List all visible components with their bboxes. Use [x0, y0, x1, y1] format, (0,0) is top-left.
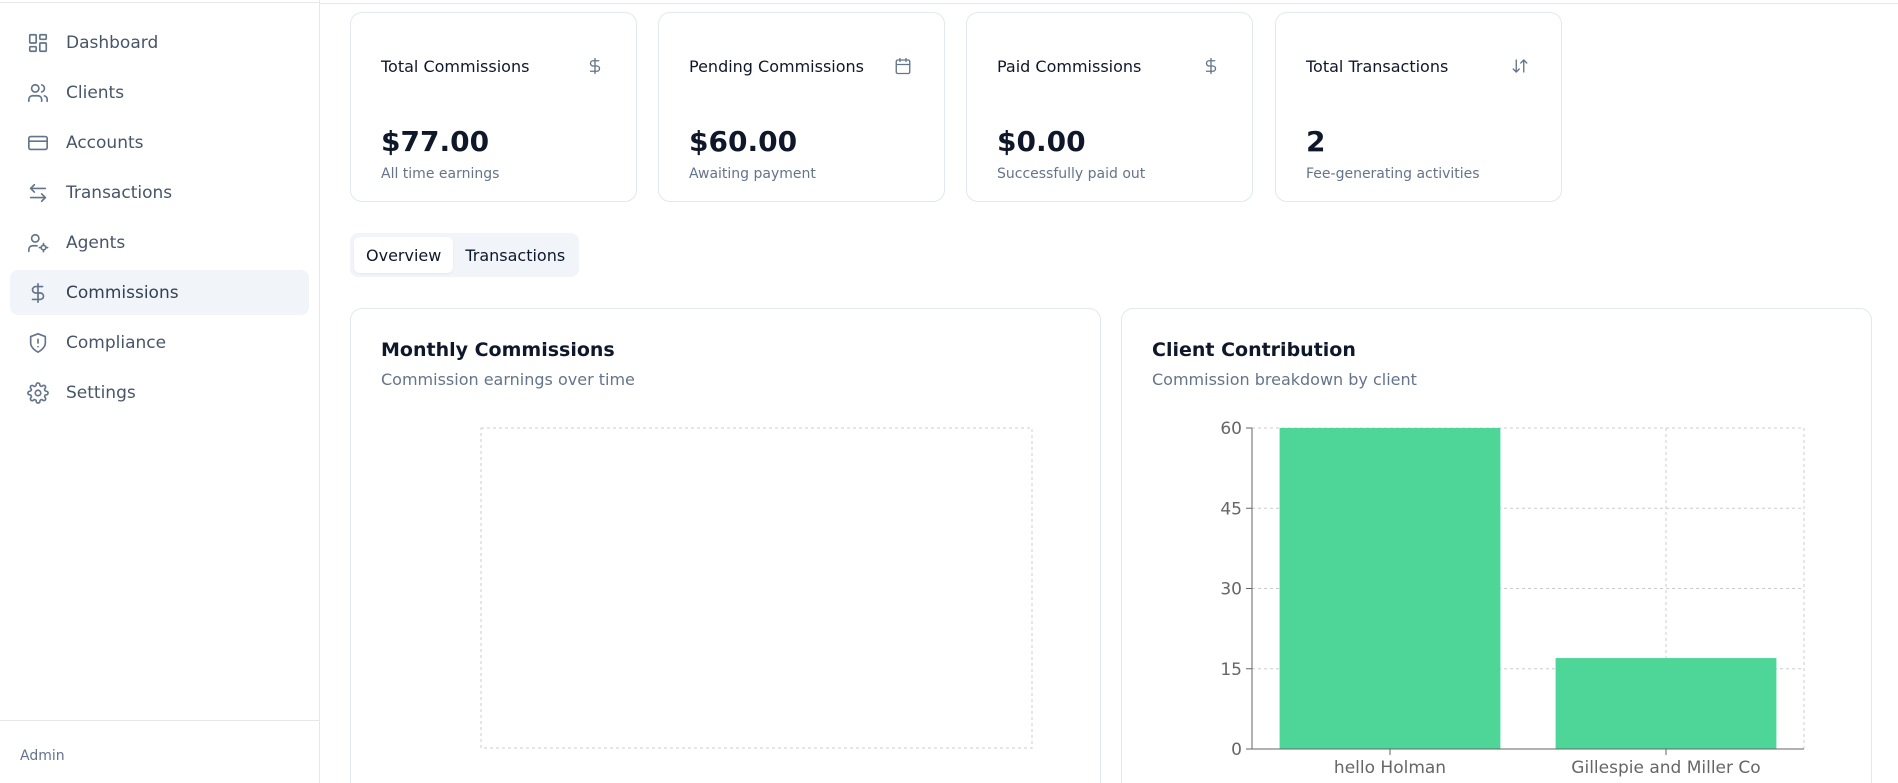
- bar: [1279, 428, 1501, 749]
- sidebar-item-label: Transactions: [66, 182, 173, 203]
- sidebar-item-clients[interactable]: Clients: [10, 70, 309, 115]
- sidebar-item-label: Commissions: [66, 282, 179, 303]
- stat-card-paid-commissions: Paid Commissions $0.00 Successfully paid…: [966, 12, 1253, 202]
- shield-icon: [26, 331, 50, 355]
- dollar-icon: [26, 281, 50, 305]
- stat-card-subtitle: Fee-generating activities: [1306, 166, 1480, 182]
- stat-card-title: Total Commissions: [381, 57, 530, 76]
- chart-plot-area: [480, 427, 1033, 749]
- client-contribution-card: Client Contribution Commission breakdown…: [1121, 308, 1872, 783]
- sidebar-item-settings[interactable]: Settings: [10, 370, 309, 415]
- monthly-commissions-card: Monthly Commissions Commission earnings …: [350, 308, 1101, 783]
- sidebar-item-label: Dashboard: [66, 32, 159, 53]
- stat-card-title: Total Transactions: [1306, 57, 1449, 76]
- stat-card-total-commissions: Total Commissions $77.00 All time earnin…: [350, 12, 637, 202]
- sidebar-item-label: Clients: [66, 82, 125, 103]
- stat-card-title: Pending Commissions: [689, 57, 865, 76]
- stat-card-subtitle: Successfully paid out: [997, 166, 1146, 182]
- tab-overview[interactable]: Overview: [354, 237, 454, 273]
- sort-arrows-icon: [1509, 55, 1531, 77]
- stat-card-value: $77.00: [381, 125, 490, 158]
- sidebar-item-dashboard[interactable]: Dashboard: [10, 20, 309, 65]
- credit-card-icon: [26, 131, 50, 155]
- stat-card-value: $0.00: [997, 125, 1086, 158]
- header-divider: [320, 3, 1898, 4]
- user-cog-icon: [26, 231, 50, 255]
- sidebar: Dashboard Clients Accounts Transactions …: [0, 0, 320, 783]
- sidebar-item-compliance[interactable]: Compliance: [10, 320, 309, 365]
- stat-card-total-transactions: Total Transactions 2 Fee-generating acti…: [1275, 12, 1562, 202]
- stat-card-pending-commissions: Pending Commissions $60.00 Awaiting paym…: [658, 12, 945, 202]
- bar: [1555, 658, 1777, 749]
- user-role-label: Admin: [20, 748, 65, 764]
- tab-transactions[interactable]: Transactions: [453, 237, 577, 273]
- monthly-commissions-chart: [480, 427, 1033, 749]
- arrows-icon: [26, 181, 50, 205]
- sidebar-item-label: Compliance: [66, 332, 167, 353]
- dollar-icon: [1200, 55, 1222, 77]
- y-tick-label: 15: [1220, 660, 1242, 680]
- gear-icon: [26, 381, 50, 405]
- sidebar-item-label: Settings: [66, 382, 136, 403]
- dashboard-icon: [26, 31, 50, 55]
- stat-card-title: Paid Commissions: [997, 57, 1142, 76]
- y-tick-label: 60: [1220, 419, 1242, 439]
- stat-card-subtitle: All time earnings: [381, 166, 500, 182]
- x-tick-label: Gillespie and Miller Co: [1571, 758, 1760, 778]
- y-tick-label: 30: [1220, 580, 1242, 600]
- sidebar-item-commissions[interactable]: Commissions: [10, 270, 309, 315]
- sidebar-item-label: Agents: [66, 232, 126, 253]
- stat-card-value: $60.00: [689, 125, 798, 158]
- stat-card-subtitle: Awaiting payment: [689, 166, 816, 182]
- tab-list: Overview Transactions: [350, 233, 579, 277]
- client-contribution-chart: 0 15 30 45 60 hello Holman Gillespie and Mille…: [1220, 419, 1805, 778]
- sidebar-item-label: Accounts: [66, 132, 144, 153]
- sidebar-footer: Admin: [0, 720, 320, 783]
- y-tick-label: 0: [1231, 740, 1242, 760]
- sidebar-nav: Dashboard Clients Accounts Transactions …: [10, 20, 309, 420]
- sidebar-item-transactions[interactable]: Transactions: [10, 170, 309, 215]
- stat-card-value: 2: [1306, 125, 1326, 158]
- users-icon: [26, 81, 50, 105]
- calendar-icon: [892, 55, 914, 77]
- y-tick-label: 45: [1220, 499, 1242, 519]
- sidebar-item-accounts[interactable]: Accounts: [10, 120, 309, 165]
- sidebar-divider: [0, 2, 320, 3]
- sidebar-item-agents[interactable]: Agents: [10, 220, 309, 265]
- dollar-icon: [584, 55, 606, 77]
- x-tick-label: hello Holman: [1334, 758, 1446, 778]
